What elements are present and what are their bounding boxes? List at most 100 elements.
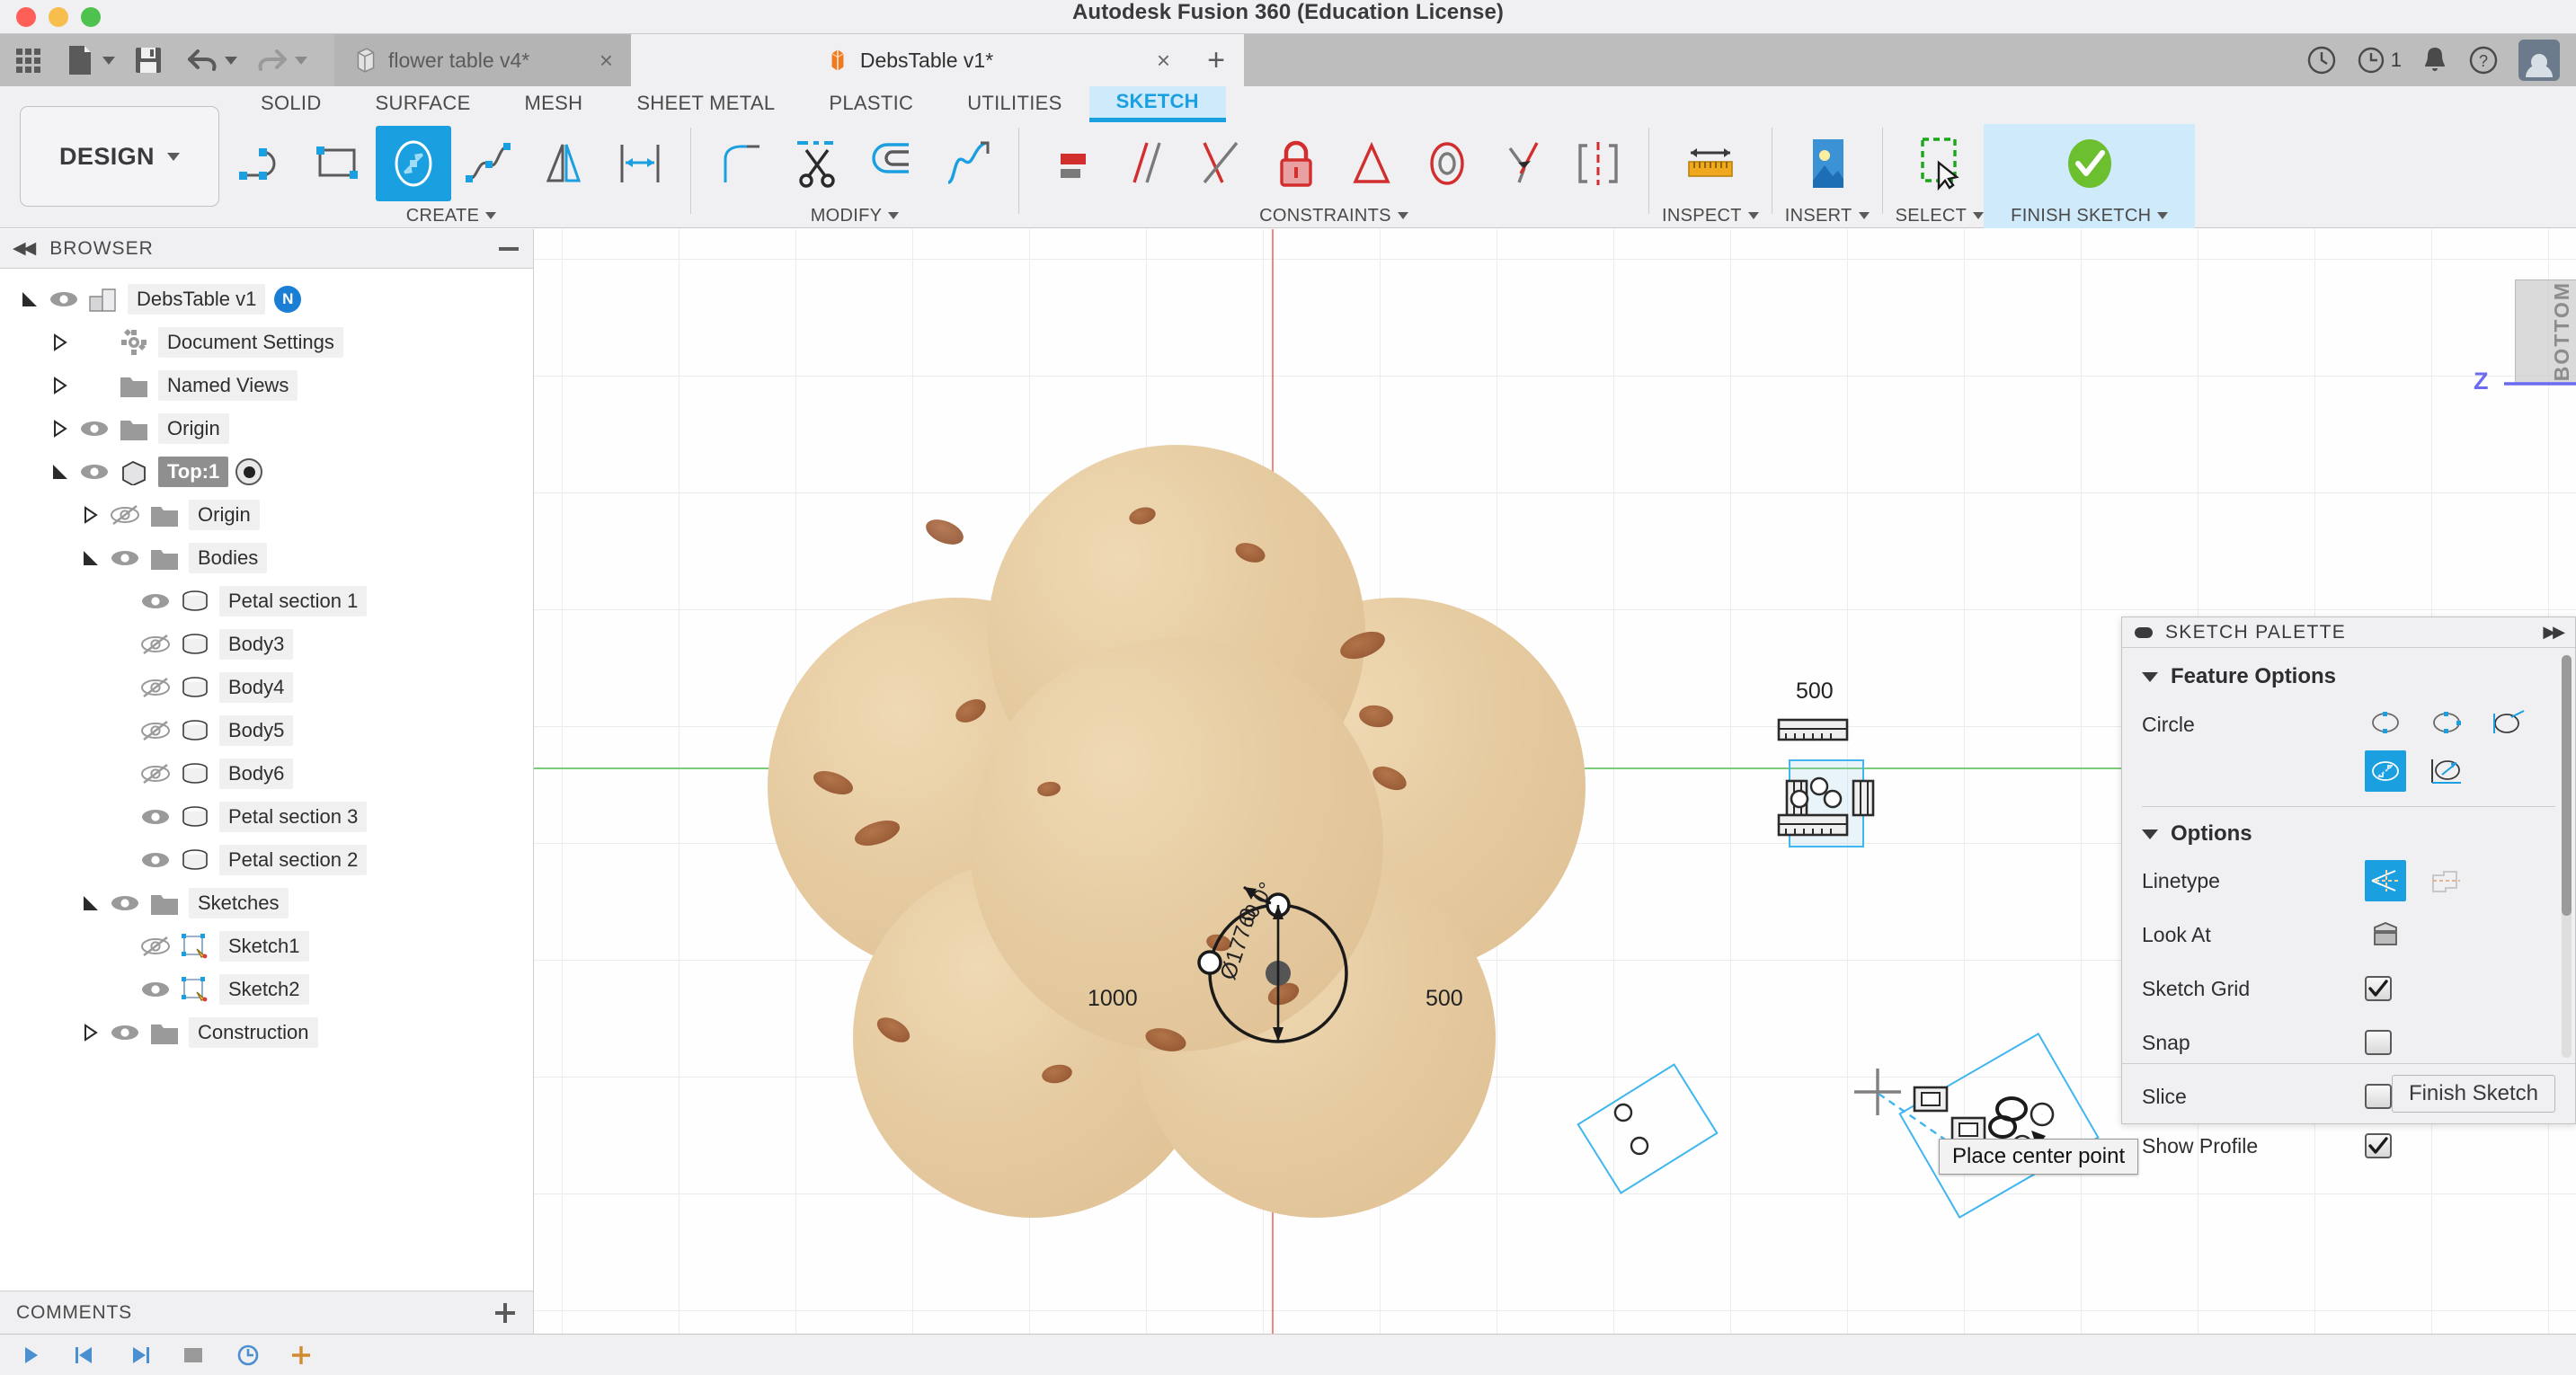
collapse-arrow-icon[interactable] [50,333,70,352]
browser-tree-label[interactable]: Origin [158,413,229,444]
browser-tree-label[interactable]: Petal section 2 [219,845,368,875]
insert-image-icon[interactable] [1790,126,1865,201]
symmetry-constraint-icon[interactable] [1560,126,1636,201]
line-icon[interactable] [225,126,300,201]
break-curve-icon[interactable] [930,126,1006,201]
browser-tree-label[interactable]: Sketch1 [219,931,309,962]
browser-tree-label[interactable]: Sketches [189,888,289,918]
circle-icon[interactable] [376,126,451,201]
expand-arrow-icon[interactable] [81,548,101,568]
constraint-glyph-top[interactable] [1770,713,1887,749]
look-at-icon[interactable] [2365,914,2406,955]
browser-tree-row[interactable]: Petal section 2 [0,838,533,882]
equal-constraint-icon[interactable] [1334,126,1409,201]
undo-icon[interactable] [182,40,223,81]
visibility-off-icon[interactable] [140,935,171,958]
select-window-cursor-icon[interactable] [1902,126,1977,201]
tab-mesh[interactable]: MESH [498,86,610,122]
pin-icon[interactable] [2135,626,2153,638]
mirror-icon[interactable] [527,126,602,201]
sketch-point[interactable] [1801,768,1837,804]
visibility-on-icon[interactable] [110,546,140,570]
browser-tree-row[interactable]: Body4 [0,666,533,709]
collapse-left-icon[interactable]: ◀◀ [13,238,36,259]
view-cube[interactable]: BOTTOM X Z [2412,238,2576,409]
collapse-arrow-icon[interactable] [81,505,101,525]
browser-tree-label[interactable]: Document Settings [158,327,343,358]
visibility-on-icon[interactable] [140,805,171,829]
browser-tree-label[interactable]: Body4 [219,672,294,703]
centerline-linetype-icon[interactable] [2426,860,2467,901]
ribbon-group-label-modify[interactable]: MODIFY [811,203,900,228]
ribbon-group-label-inspect[interactable]: INSPECT [1662,203,1759,228]
offset-icon[interactable] [855,126,930,201]
ribbon-group-label-insert[interactable]: INSERT [1785,203,1870,228]
visibility-off-icon[interactable] [110,503,140,527]
redo-dropdown-caret[interactable] [295,56,307,65]
browser-tree-label[interactable]: Top:1 [158,457,229,487]
browser-tree-label[interactable]: Body3 [219,629,294,660]
section-feature-options[interactable]: Feature Options [2122,653,2575,696]
browser-tree-row[interactable]: Petal section 3 [0,795,533,838]
browser-tree-label[interactable]: DebsTable v1 [128,284,266,315]
document-tab-flower-table[interactable]: flower table v4* × [334,34,631,86]
timeline-next-icon[interactable] [128,1342,158,1369]
slice-checkbox[interactable] [2365,1084,2392,1109]
new-file-dropdown-caret[interactable] [102,56,115,65]
browser-tree-row[interactable]: Body5 [0,709,533,752]
browser-tree-row[interactable]: Construction [0,1011,533,1054]
visibility-on-icon[interactable] [140,978,171,1001]
expand-right-icon[interactable]: ▶▶ [2543,623,2565,642]
three-point-circle-icon[interactable] [2487,702,2528,743]
browser-minimize-icon[interactable] [499,246,519,251]
chevron-down-icon[interactable] [2142,829,2158,839]
two-point-circle-icon[interactable] [2426,702,2467,743]
rectangle-icon[interactable] [300,126,376,201]
browser-tree-row[interactable]: Petal section 1 [0,580,533,623]
constraint-glyph-bottom[interactable] [1770,810,1887,846]
new-file-icon[interactable] [59,40,101,81]
extensions-icon[interactable] [2306,45,2337,75]
browser-tree-row[interactable]: Bodies [0,537,533,580]
ribbon-group-label-finish-sketch[interactable]: FINISH SKETCH [2011,203,2169,228]
two-tangent-circle-icon[interactable] [2365,750,2406,792]
fix-lock-constraint-icon[interactable] [1258,126,1334,201]
close-icon[interactable]: × [1157,47,1170,75]
browser-tree-label[interactable]: Petal section 1 [219,586,368,617]
browser-tree-row[interactable]: Sketch2 [0,968,533,1011]
activate-component-radio[interactable] [235,458,263,485]
browser-tree-row[interactable]: Sketch1 [0,925,533,968]
collapse-arrow-icon[interactable] [50,419,70,439]
notifications-icon[interactable] [2421,45,2448,75]
visibility-off-icon[interactable] [140,633,171,656]
dimension-label-500-left[interactable]: 500 [1426,986,1463,1012]
avatar[interactable] [2518,40,2560,81]
visibility-on-icon[interactable] [79,460,110,483]
construction-linetype-icon[interactable] [2365,860,2406,901]
expand-arrow-icon[interactable] [50,462,70,482]
browser-tree-label[interactable]: Petal section 3 [219,802,368,832]
browser-tree-label[interactable]: Named Views [158,370,298,401]
browser-tree-row[interactable]: Sketches [0,882,533,925]
browser-tree-label[interactable]: Sketch2 [219,974,309,1005]
timeline-end-icon[interactable] [182,1342,212,1369]
visibility-on-icon[interactable] [140,848,171,872]
concentric-constraint-icon[interactable] [1409,126,1485,201]
chevron-down-icon[interactable] [2142,671,2158,682]
visibility-off-icon[interactable] [140,719,171,742]
undo-dropdown-caret[interactable] [225,56,237,65]
document-tab-debstable[interactable]: DebsTable v1* × [631,34,1188,86]
sketch-point-pair-left[interactable] [1603,1096,1720,1186]
finish-sketch-checkmark-icon[interactable] [2051,126,2127,201]
history-icon[interactable] [235,1342,266,1369]
three-tangent-circle-icon[interactable] [2426,750,2467,792]
visibility-on-icon[interactable] [140,590,171,613]
browser-tree-row[interactable]: Document Settings [0,321,533,364]
add-icon[interactable] [289,1342,320,1369]
ribbon-group-label-select[interactable]: SELECT [1896,203,1985,228]
dimension-icon[interactable] [602,126,678,201]
dimension-label-1000-left[interactable]: 1000 [1088,986,1138,1012]
sketch-canvas[interactable]: Ø177.0 60.0° 500 500 1000 Place center p… [534,229,2576,1375]
tab-sketch[interactable]: SKETCH [1088,86,1226,122]
close-icon[interactable]: × [600,47,613,75]
